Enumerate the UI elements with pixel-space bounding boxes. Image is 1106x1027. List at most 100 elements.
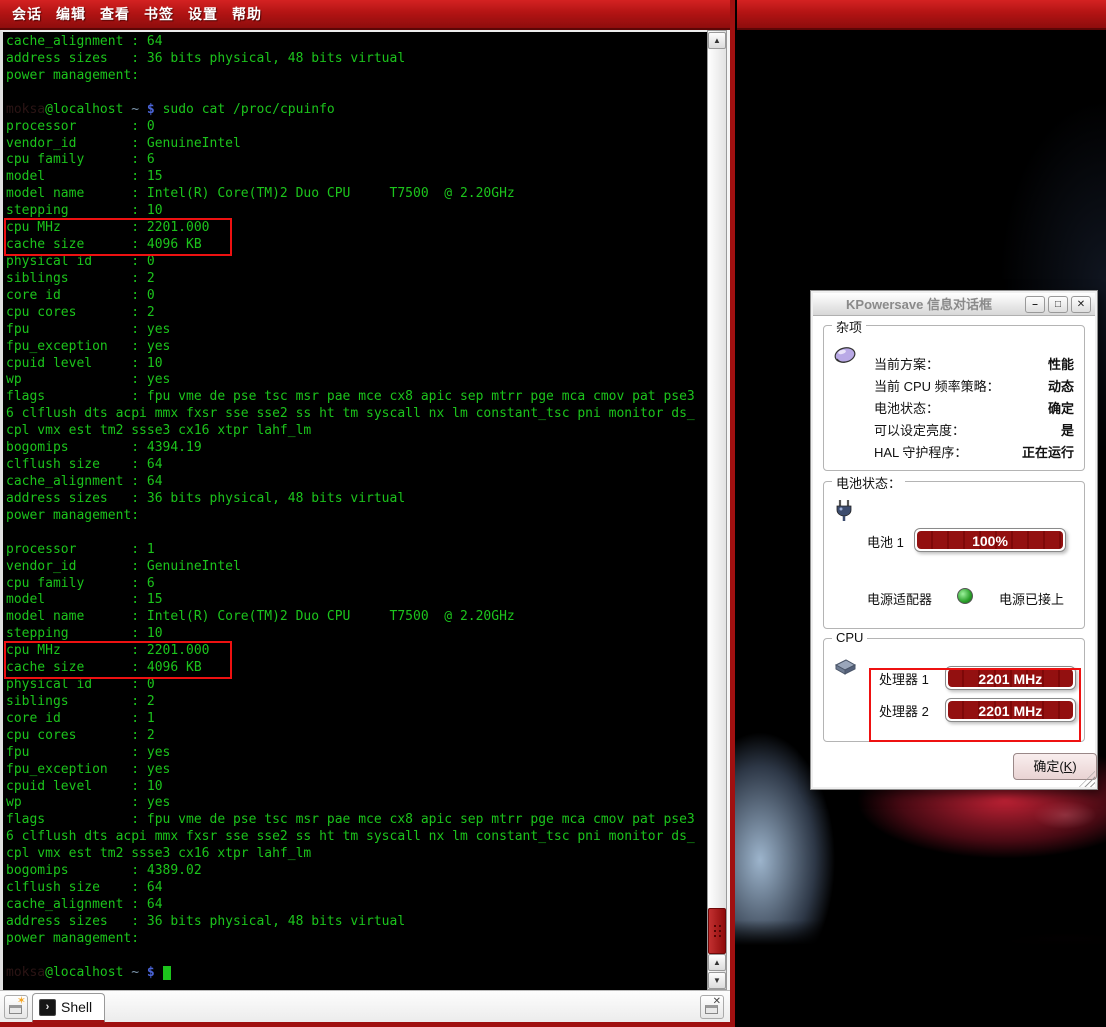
- terminal-line: cache size : 4096 KB: [6, 660, 230, 677]
- ok-button[interactable]: 确定(K): [1013, 753, 1097, 780]
- info-value: 确定: [1048, 398, 1074, 420]
- terminal-line: cpu family : 6: [6, 576, 707, 593]
- tab-shell-label: Shell: [61, 999, 92, 1015]
- minimize-button[interactable]: –: [1025, 296, 1045, 313]
- scrollbar-thumb[interactable]: [708, 908, 726, 954]
- terminal-line: model name : Intel(R) Core(TM)2 Duo CPU …: [6, 186, 707, 203]
- terminal-line: core id : 0: [6, 288, 707, 305]
- terminal-line: siblings : 2: [6, 694, 707, 711]
- terminal-line: address sizes : 36 bits physical, 48 bit…: [6, 491, 707, 508]
- cpu-groupbox: CPU 处理器 12201 MHz处理器 22201 MHz: [823, 638, 1085, 742]
- battery-legend: 电池状态：: [832, 473, 905, 492]
- new-tab-star-icon: ✶: [17, 996, 26, 1007]
- menu-bookmarks[interactable]: 书签: [144, 4, 174, 24]
- terminal-line: siblings : 2: [6, 271, 707, 288]
- terminal-tabbar: ✶ › Shell ✕: [0, 990, 730, 1022]
- terminal-line: physical id : 0: [6, 254, 707, 271]
- cpu-frequency-value: 2201 MHz: [946, 667, 1075, 689]
- cpu-chip-icon: [832, 655, 858, 679]
- processor-label: 处理器 1: [879, 669, 945, 688]
- info-label: 可以设定亮度：: [874, 420, 965, 442]
- scrollbar-up-icon[interactable]: ▲: [708, 954, 726, 971]
- new-tab-button[interactable]: ✶: [4, 995, 28, 1019]
- terminal-scrollbar[interactable]: ▲ ▲ ▼: [707, 30, 727, 990]
- terminal-line: power management:: [6, 931, 707, 948]
- terminal-line: cache_alignment : 64: [6, 897, 707, 914]
- maximize-button[interactable]: □: [1048, 296, 1068, 313]
- terminal-line: fpu : yes: [6, 745, 707, 762]
- terminal-line: cpl vmx est tm2 ssse3 cx16 xtpr lahf_lm: [6, 423, 707, 440]
- background-window-bar: [737, 0, 1106, 30]
- cpu-frequency-bar: 2201 MHz: [945, 666, 1076, 690]
- battery-row: 电池 1 100%: [824, 528, 1084, 556]
- terminal-line: clflush size : 64: [6, 457, 707, 474]
- terminal-line: wp : yes: [6, 372, 707, 389]
- terminal-line: power management:: [6, 508, 707, 525]
- dialog-title: KPowersave 信息对话框: [813, 293, 1025, 316]
- menu-help[interactable]: 帮助: [232, 4, 262, 24]
- misc-groupbox: 杂项 当前方案：性能当前 CPU 频率策略：动态电池状态：确定可以设定亮度：是H…: [823, 325, 1085, 471]
- terminal-line: fpu_exception : yes: [6, 339, 707, 356]
- battery-label: 电池 1: [867, 532, 904, 551]
- cpu-frequency-value: 2201 MHz: [946, 699, 1075, 721]
- cpu-row: 处理器 22201 MHz: [879, 695, 1076, 725]
- terminal-screen[interactable]: cache_alignment : 64 address sizes : 36 b…: [0, 30, 707, 990]
- ok-label: 确定(: [1033, 759, 1063, 774]
- menu-settings[interactable]: 设置: [188, 4, 218, 24]
- cpu-rows: 处理器 12201 MHz处理器 22201 MHz: [879, 663, 1076, 727]
- terminal-line: cpu cores : 2: [6, 305, 707, 322]
- cpu-row: 处理器 12201 MHz: [879, 663, 1076, 693]
- power-led-icon: [957, 588, 973, 604]
- battery-percentage: 100%: [915, 529, 1065, 551]
- terminal-line: vendor_id : GenuineIntel: [6, 559, 707, 576]
- info-row: 当前 CPU 频率策略：动态: [874, 376, 1074, 398]
- terminal-line: wp : yes: [6, 795, 707, 812]
- terminal-line: [6, 85, 707, 102]
- terminal-line: fpu : yes: [6, 322, 707, 339]
- terminal-line: power management:: [6, 68, 707, 85]
- info-value: 是: [1061, 420, 1074, 442]
- tab-shell[interactable]: › Shell: [32, 993, 105, 1023]
- kpowersave-dialog: KPowersave 信息对话框 – □ ✕ 杂项 当前方案：性能当前 CPU …: [810, 290, 1098, 790]
- terminal-output: cache_alignment : 64 address sizes : 36 b…: [6, 34, 707, 982]
- terminal-line: flags : fpu vme de pse tsc msr pae mce c…: [6, 812, 707, 829]
- terminal-window: 会话 编辑 查看 书签 设置 帮助 cache_alignment : 64 ad…: [0, 0, 735, 1027]
- adapter-status: 电源已接上: [999, 589, 1064, 608]
- terminal-line: processor : 1: [6, 542, 707, 559]
- terminal-line: model : 15: [6, 592, 707, 609]
- adapter-row: 电源适配器 电源已接上: [824, 586, 1084, 608]
- prompt-line: moksa@localhost ~ $: [6, 965, 707, 982]
- terminal-line: 6 clflush dts acpi mmx fxsr sse sse2 ss …: [6, 829, 707, 846]
- terminal-line: model name : Intel(R) Core(TM)2 Duo CPU …: [6, 609, 707, 626]
- close-button[interactable]: ✕: [1071, 296, 1091, 313]
- close-tab-button[interactable]: ✕: [700, 995, 724, 1019]
- info-value: 正在运行: [1022, 442, 1074, 464]
- menu-view[interactable]: 查看: [100, 4, 130, 24]
- info-label: HAL 守护程序：: [874, 442, 967, 464]
- menu-session[interactable]: 会话: [12, 4, 42, 24]
- terminal-line: cpu cores : 2: [6, 728, 707, 745]
- terminal-line: cpu family : 6: [6, 152, 707, 169]
- terminal-line: flags : fpu vme de pse tsc msr pae mce c…: [6, 389, 707, 406]
- terminal-line: bogomips : 4394.19: [6, 440, 707, 457]
- info-row: 电池状态：确定: [874, 398, 1074, 420]
- terminal-menubar: 会话 编辑 查看 书签 设置 帮助: [0, 0, 730, 30]
- terminal-line: cpu MHz : 2201.000: [6, 220, 230, 237]
- terminal-line: cpu MHz : 2201.000: [6, 643, 230, 660]
- terminal-line: bogomips : 4389.02: [6, 863, 707, 880]
- prompt-line: moksa@localhost ~ $ sudo cat /proc/cpuin…: [6, 102, 707, 119]
- battery-groupbox: 电池状态： 电池 1 100% 电源适配器 电源已接上: [823, 481, 1085, 629]
- terminal-line: [6, 525, 707, 542]
- close-tab-x-icon: ✕: [713, 997, 721, 1007]
- terminal-line: core id : 1: [6, 711, 707, 728]
- cpu-frequency-bar: 2201 MHz: [945, 698, 1076, 722]
- misc-rows: 当前方案：性能当前 CPU 频率策略：动态电池状态：确定可以设定亮度： 是 HAL …: [874, 354, 1074, 464]
- terminal-line: vendor_id : GenuineIntel: [6, 136, 707, 153]
- scrollbar-down-icon[interactable]: ▼: [708, 972, 726, 989]
- dialog-titlebar[interactable]: KPowersave 信息对话框 – □ ✕: [813, 293, 1095, 316]
- cpu-legend: CPU: [832, 630, 867, 645]
- adapter-label: 电源适配器: [867, 589, 932, 608]
- scrollbar-up-icon[interactable]: ▲: [708, 32, 726, 49]
- menu-edit[interactable]: 编辑: [56, 4, 86, 24]
- info-row: 当前方案：性能: [874, 354, 1074, 376]
